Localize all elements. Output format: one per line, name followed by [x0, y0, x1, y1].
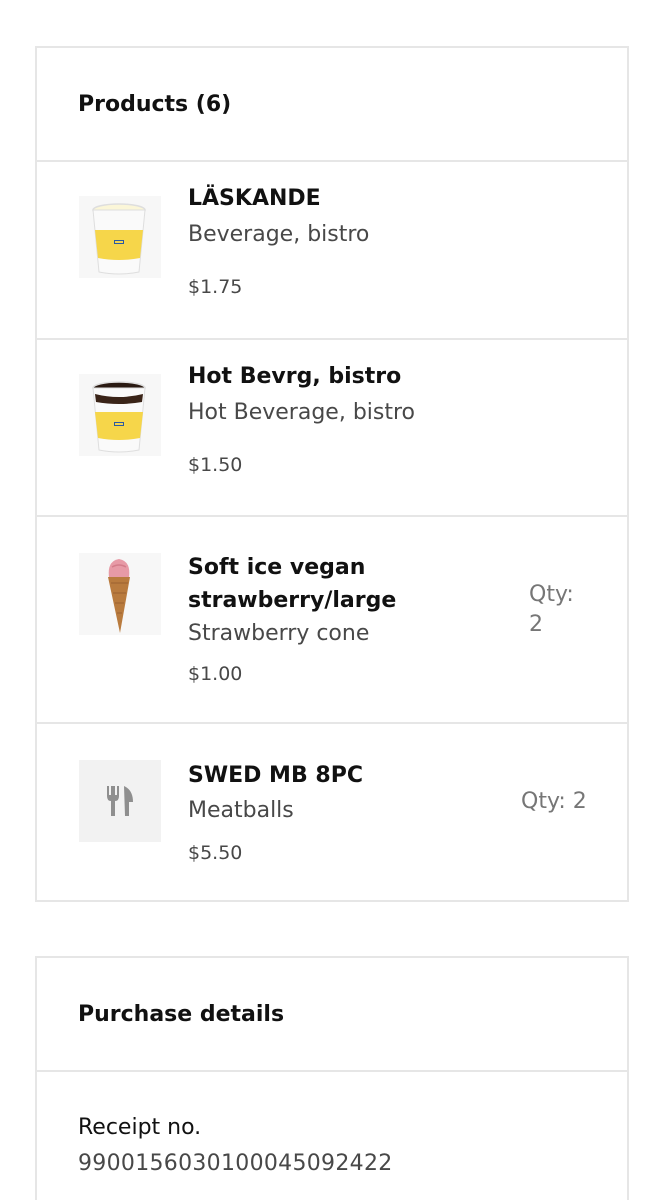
product-description: Meatballs [188, 798, 294, 823]
product-name: strawberry/large [188, 588, 397, 613]
purchase-details-card: Purchase details Receipt no. 99001560301… [35, 956, 629, 1200]
products-card: Products (6) LÄSKANDE Beverage, bistro $… [35, 46, 629, 902]
product-description: Strawberry cone [188, 621, 370, 646]
product-price: $1.50 [188, 454, 243, 476]
product-name: SWED MB 8PC [188, 763, 363, 788]
cold-cup-icon [79, 196, 161, 278]
product-name: Soft ice vegan [188, 555, 366, 580]
product-description: Beverage, bistro [188, 222, 370, 247]
receipt-number: 990015603010004509242​2 [78, 1151, 393, 1176]
fork-knife-icon [107, 786, 133, 816]
purchase-details-header: Purchase details [37, 958, 627, 1072]
hot-cup-icon [79, 374, 161, 456]
product-row[interactable]: SWED MB 8PC Meatballs $5.50 Qty: 2 [37, 724, 627, 902]
product-name: LÄSKANDE [188, 186, 321, 211]
products-header: Products (6) [37, 48, 627, 162]
products-title: Products (6) [78, 92, 232, 117]
product-price: $1.00 [188, 663, 243, 685]
product-name: Hot Bevrg, bistro [188, 364, 402, 389]
purchase-details-title: Purchase details [78, 1002, 285, 1027]
product-price: $1.75 [188, 276, 243, 298]
product-price: $5.50 [188, 842, 243, 864]
product-qty: Qty: [529, 582, 574, 607]
receipt-label: Receipt no. [78, 1115, 202, 1140]
ice-cream-cone-icon [79, 553, 161, 635]
product-qty: 2 [529, 612, 543, 637]
product-qty: Qty: 2 [521, 789, 587, 814]
product-row[interactable]: LÄSKANDE Beverage, bistro $1.75 [37, 162, 627, 340]
product-image-placeholder [79, 760, 161, 842]
product-row[interactable]: Soft ice vegan strawberry/large Strawber… [37, 517, 627, 724]
product-description: Hot Beverage, bistro [188, 400, 416, 425]
product-row[interactable]: Hot Bevrg, bistro Hot Beverage, bistro $… [37, 340, 627, 517]
